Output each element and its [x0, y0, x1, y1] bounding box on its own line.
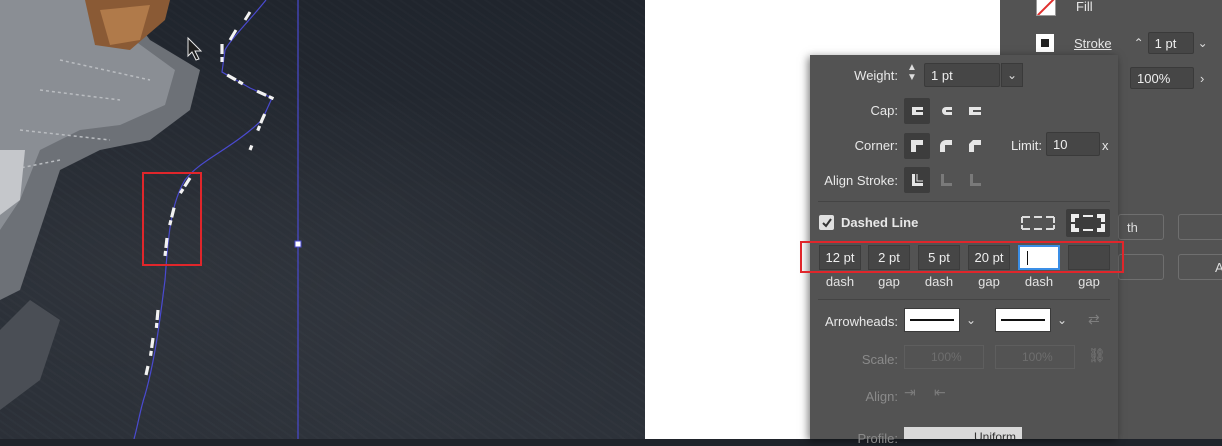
gap-caption-3: gap	[1078, 274, 1100, 289]
highlight-box-dash-fields	[800, 241, 1124, 273]
fill-row[interactable]: Fill	[1036, 0, 1093, 16]
stroke-row[interactable]: Stroke ⌃ 1 pt ⌄	[1036, 32, 1208, 54]
preserve-dash-icon[interactable]	[1016, 209, 1060, 237]
dash-caption-2: dash	[924, 274, 954, 289]
projecting-cap-icon[interactable]	[962, 98, 988, 124]
link-scale-icon[interactable]: ⛓	[1088, 347, 1106, 364]
opacity-field[interactable]: 100%	[1130, 67, 1194, 89]
start-arrowhead-chevron-icon[interactable]: ⌄	[960, 308, 982, 332]
stroke-swatch-icon[interactable]	[1036, 34, 1054, 52]
align-stroke-label: Align Stroke:	[824, 173, 898, 188]
separator	[818, 201, 1110, 202]
separator	[818, 299, 1110, 300]
align-label: Align:	[865, 389, 898, 404]
bevel-join-icon[interactable]	[962, 133, 988, 159]
dashed-line-checkbox[interactable]	[819, 215, 834, 230]
miter-join-icon[interactable]	[904, 133, 930, 159]
swap-arrowheads-icon[interactable]: ⇄	[1088, 311, 1100, 328]
dash-caption-1: dash	[825, 274, 855, 289]
partial-button-1[interactable]: th	[1118, 214, 1164, 240]
limit-unit: x	[1102, 138, 1109, 153]
partial-button-1-label: th	[1127, 219, 1138, 235]
scale-end-field[interactable]: 100%	[995, 345, 1075, 369]
corner-label: Corner:	[854, 138, 898, 153]
fill-swatch-icon[interactable]	[1036, 0, 1056, 16]
align-center-icon[interactable]	[904, 167, 930, 193]
chevron-down-icon[interactable]: ⌄	[1198, 36, 1208, 50]
opacity-row[interactable]: 100% ›	[1130, 67, 1204, 89]
stepper-icon[interactable]: ⌃	[1134, 36, 1144, 50]
partial-button-3[interactable]	[1118, 254, 1164, 280]
arrow-cursor-icon	[187, 36, 203, 61]
end-arrowhead-chevron-icon[interactable]: ⌄	[1051, 308, 1073, 332]
round-cap-icon[interactable]	[933, 98, 959, 124]
scale-start-field[interactable]: 100%	[904, 345, 984, 369]
start-arrowhead-select[interactable]	[904, 308, 960, 332]
gap-caption-2: gap	[978, 274, 1000, 289]
dash-caption-3: dash	[1024, 274, 1054, 289]
align-dash-corners-icon[interactable]	[1066, 209, 1110, 237]
highlight-box-path	[142, 172, 202, 266]
limit-field[interactable]: 10	[1046, 132, 1100, 156]
gap-caption-1: gap	[878, 274, 900, 289]
align-outside-icon[interactable]	[962, 167, 988, 193]
end-arrowhead-select[interactable]	[995, 308, 1051, 332]
align-arrow-extend-icon[interactable]: ⇥	[904, 384, 916, 401]
dashed-stroke-top	[228, 11, 252, 41]
partial-button-4-label: A	[1215, 259, 1222, 275]
dashed-line-label: Dashed Line	[841, 215, 919, 230]
partial-button-2[interactable]	[1178, 214, 1222, 240]
arrowheads-label: Arrowheads:	[825, 314, 898, 329]
align-inside-icon[interactable]	[933, 167, 959, 193]
stroke-weight-field[interactable]: 1 pt	[1147, 32, 1194, 54]
fill-label: Fill	[1076, 0, 1093, 14]
limit-label: Limit:	[1010, 138, 1042, 153]
weight-label: Weight:	[854, 68, 898, 83]
weight-field[interactable]: 1 pt	[924, 63, 1000, 87]
round-join-icon[interactable]	[933, 133, 959, 159]
stroke-label[interactable]: Stroke	[1074, 36, 1112, 51]
weight-dropdown-chevron-icon[interactable]: ⌄	[1001, 63, 1023, 87]
anchor-point[interactable]	[294, 240, 302, 248]
partial-button-4[interactable]: A	[1178, 254, 1222, 280]
canvas-artwork	[0, 0, 302, 439]
artwork-canvas[interactable]	[0, 0, 645, 439]
profile-select[interactable]: Uniform	[904, 427, 1022, 439]
weight-stepper-icon[interactable]: ▲ ▼	[904, 63, 920, 87]
align-arrow-place-icon[interactable]: ⇤	[934, 384, 946, 401]
cap-label: Cap:	[870, 103, 898, 118]
butt-cap-icon[interactable]	[904, 98, 930, 124]
scale-label: Scale:	[861, 352, 898, 367]
chevron-right-icon[interactable]: ›	[1200, 71, 1204, 86]
